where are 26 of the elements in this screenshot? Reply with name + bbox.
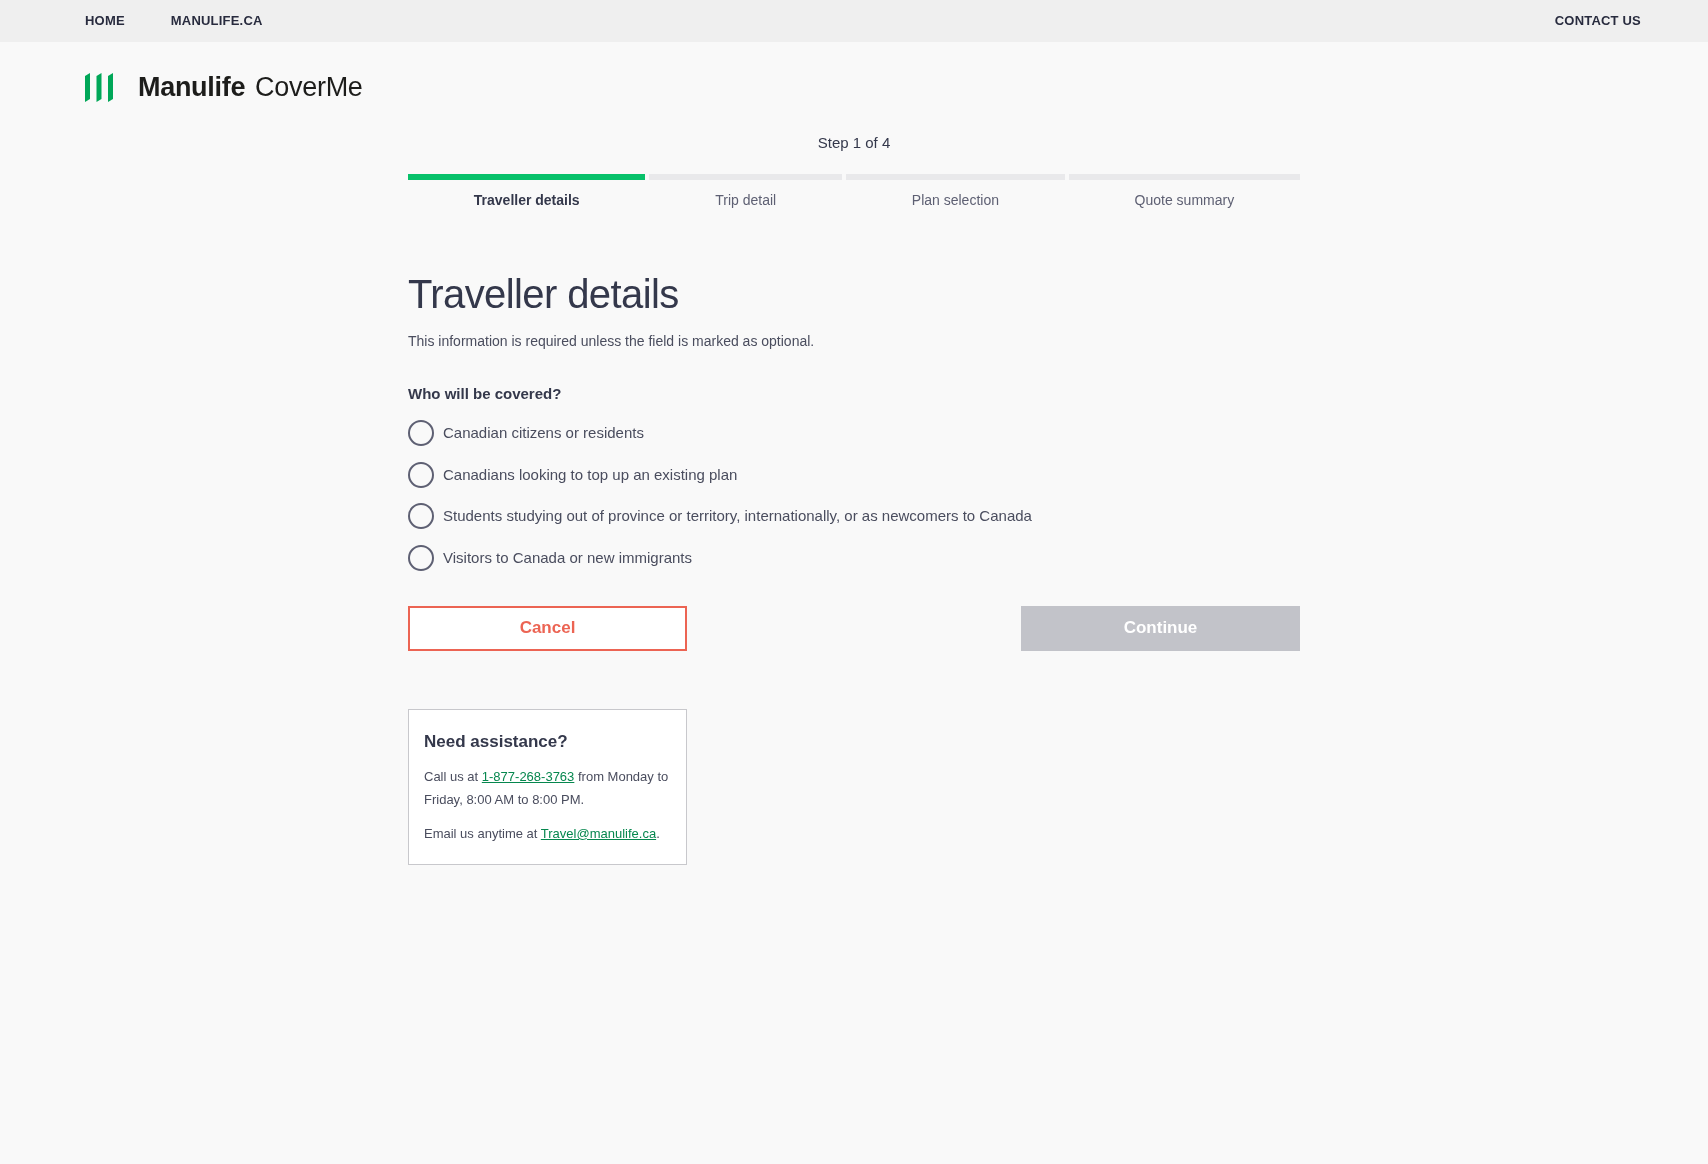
radio-option[interactable]: Visitors to Canada or new immigrants xyxy=(408,544,692,571)
radio-option[interactable]: Canadian citizens or residents xyxy=(408,420,644,446)
radio-circle-icon[interactable] xyxy=(408,461,434,488)
nav-link[interactable]: MANULIFE.CA xyxy=(170,13,263,29)
step-label: Traveller details xyxy=(473,191,580,209)
radio-option[interactable]: Canadians looking to top up an existing plan xyxy=(408,461,738,488)
page-title: Traveller details xyxy=(408,271,679,318)
step-label: Plan selection xyxy=(911,191,999,209)
help-text: Call us at 1-877-268-3763 from Monday to Friday, 8:00 AM to 8:00 PM. xyxy=(424,767,670,809)
step-label: Quote summary xyxy=(1134,191,1235,209)
logo-icon xyxy=(85,72,113,102)
radio-circle-icon[interactable] xyxy=(408,503,434,530)
form-note: This information is required unless the field is marked as optional. xyxy=(408,332,815,350)
radio-option[interactable]: Students studying out of province or territory, internationally, or as newcomers to Canada xyxy=(408,503,1032,530)
help-title: Need assistance? xyxy=(424,731,569,752)
contact-link[interactable]: CONTACT US xyxy=(1554,13,1641,29)
question-label: Who will be covered? xyxy=(408,385,562,403)
brand-name: Manulife xyxy=(138,72,246,102)
radio-circle-icon[interactable] xyxy=(408,544,434,571)
step-label: Trip detail xyxy=(715,191,777,209)
product-name: CoverMe xyxy=(255,72,363,102)
contact-link[interactable]: 1-877-268-3763 xyxy=(481,768,575,784)
step-counter: Step 1 of 4 xyxy=(817,134,891,152)
radio-circle-icon[interactable] xyxy=(408,420,434,446)
nav-link[interactable]: HOME xyxy=(85,13,125,29)
help-text: Email us anytime at Travel@manulife.ca. xyxy=(424,824,661,843)
